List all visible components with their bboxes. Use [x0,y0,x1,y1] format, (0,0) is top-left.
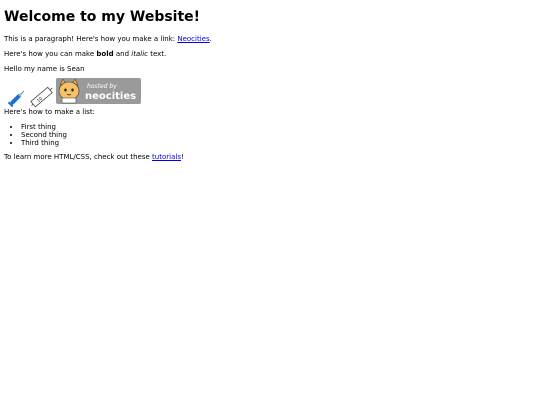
page-title: Welcome to my Website! [4,9,201,25]
neocities-badge[interactable]: hosted by neocities [56,78,141,104]
example-list: First thing Second thing Third thing [4,123,536,147]
neocities-cat-icon [58,78,80,104]
formatting-text-middle: and [113,50,132,58]
page: Welcome to my Website! This is a paragra… [0,0,540,405]
list-item: Second thing [21,131,536,139]
intro-text-end: . [209,35,212,43]
syringe-badge: 10 [30,86,53,108]
learn-more-text: To learn more HTML/CSS, check out these [4,153,153,161]
neocities-badge-line1: hosted by [87,83,117,90]
tutorials-link[interactable]: tutorials [152,153,181,161]
syringe-icon [7,90,25,108]
neocities-badge-line2: neocities [85,91,136,102]
badge-row: 10 hosted by neocities [4,78,536,108]
name-paragraph: Hello my name is Sean [4,65,85,73]
list-item: Third thing [21,139,536,147]
formatting-paragraph: Here's how you can make bold and italic … [4,50,536,59]
bold-text: bold [96,50,114,58]
list-intro: Here's how to make a list: [4,108,95,116]
intro-paragraph: This is a paragraph! Here's how you make… [4,35,536,44]
list-item: First thing [21,123,536,131]
formatting-text: Here's how you can make [4,50,97,58]
intro-text: This is a paragraph! Here's how you make… [4,35,178,43]
italic-text: italic [131,50,148,58]
neocities-link[interactable]: Neocities [177,35,209,43]
learn-more-text-end: ! [180,153,184,161]
learn-more-paragraph: To learn more HTML/CSS, check out these … [4,153,536,162]
formatting-text-end: text. [147,50,167,58]
